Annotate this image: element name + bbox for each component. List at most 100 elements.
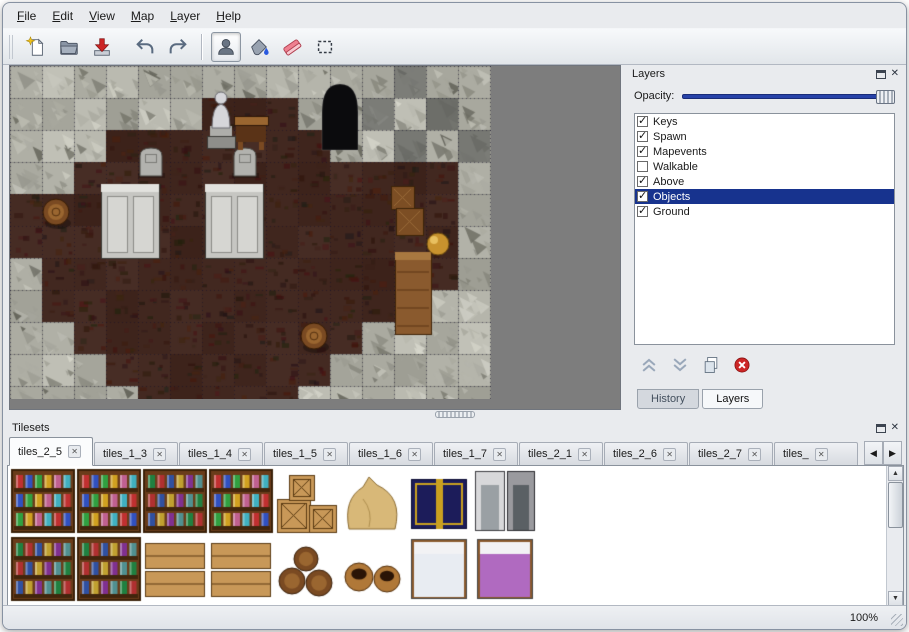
menu-file[interactable]: File xyxy=(9,6,44,26)
toolbar xyxy=(3,28,906,65)
save-button[interactable] xyxy=(87,32,117,62)
tilesets-panel-title: Tilesets xyxy=(12,422,50,434)
scrollbar-thumb[interactable] xyxy=(888,482,903,528)
opacity-slider[interactable] xyxy=(682,94,895,99)
float-panel-icon[interactable] xyxy=(876,424,886,433)
close-tab-icon[interactable]: ✕ xyxy=(68,445,81,458)
lower-layer-button[interactable] xyxy=(668,353,692,377)
layer-row[interactable]: Walkable xyxy=(635,159,894,174)
tileset-tab[interactable]: tiles_1_6 ✕ xyxy=(349,442,433,466)
tileset-tab[interactable]: tiles_1_7 ✕ xyxy=(434,442,518,466)
layer-name: Mapevents xyxy=(653,146,707,158)
tileset-canvas[interactable] xyxy=(9,467,545,607)
tileset-tab-label: tiles_2_6 xyxy=(613,448,657,460)
open-button[interactable] xyxy=(54,32,84,62)
eraser-tool-icon xyxy=(281,36,303,58)
menu-bar: File Edit View Map Layer Help xyxy=(3,3,906,28)
toolbar-drag-handle[interactable] xyxy=(9,35,15,59)
close-panel-icon[interactable]: ✕ xyxy=(891,69,899,79)
close-tab-icon[interactable]: ✕ xyxy=(663,448,676,461)
raise-layer-button[interactable] xyxy=(637,353,661,377)
tileset-tab[interactable]: tiles_1_4 ✕ xyxy=(179,442,263,466)
tileset-tab[interactable]: tiles_1_5 ✕ xyxy=(264,442,348,466)
tileset-viewport[interactable]: ▲ ▼ xyxy=(7,465,904,607)
selection-tool-button[interactable] xyxy=(310,32,340,62)
scroll-tabs-right-button[interactable]: ▶ xyxy=(883,441,902,465)
menu-map[interactable]: Map xyxy=(123,6,162,26)
tileset-tabs: tiles_2_5 ✕ tiles_1_3 ✕ tiles_1_4 ✕ tile… xyxy=(9,437,860,466)
layer-row[interactable]: Objects xyxy=(635,189,894,204)
menu-edit[interactable]: Edit xyxy=(44,6,81,26)
horizontal-splitter[interactable] xyxy=(3,410,906,419)
close-panel-icon[interactable]: ✕ xyxy=(891,423,899,433)
layer-visibility-checkbox[interactable] xyxy=(637,176,648,187)
tileset-tab[interactable]: tiles_ ✕ xyxy=(774,442,858,466)
close-tab-icon[interactable]: ✕ xyxy=(748,448,761,461)
menu-layer[interactable]: Layer xyxy=(162,6,208,26)
splitter-grip[interactable] xyxy=(435,411,475,418)
tileset-tab[interactable]: tiles_2_7 ✕ xyxy=(689,442,773,466)
tab-layers[interactable]: Layers xyxy=(702,389,763,409)
undo-button[interactable] xyxy=(130,32,160,62)
duplicate-layer-button[interactable] xyxy=(699,353,723,377)
layer-row[interactable]: Keys xyxy=(635,114,894,129)
stamp-tool-button[interactable] xyxy=(211,32,241,62)
close-tab-icon[interactable]: ✕ xyxy=(238,448,251,461)
new-button[interactable] xyxy=(21,32,51,62)
opacity-slider-handle[interactable] xyxy=(876,90,895,104)
tileset-tab[interactable]: tiles_1_3 ✕ xyxy=(94,442,178,466)
menu-view[interactable]: View xyxy=(81,6,123,26)
layer-row[interactable]: Ground xyxy=(635,204,894,219)
layer-name: Walkable xyxy=(653,161,698,173)
scroll-tabs-left-button[interactable]: ◀ xyxy=(864,441,883,465)
layer-visibility-checkbox[interactable] xyxy=(637,146,648,157)
lower-layer-icon xyxy=(670,355,690,375)
tileset-tab[interactable]: tiles_2_6 ✕ xyxy=(604,442,688,466)
tab-history[interactable]: History xyxy=(637,389,699,409)
layer-visibility-checkbox[interactable] xyxy=(637,206,648,217)
tileset-tab-label: tiles_1_5 xyxy=(273,448,317,460)
fill-tool-icon xyxy=(248,36,270,58)
new-file-icon xyxy=(25,36,47,58)
status-bar: 100% xyxy=(3,605,906,629)
redo-button[interactable] xyxy=(163,32,193,62)
undo-icon xyxy=(134,36,156,58)
delete-layer-icon xyxy=(732,355,752,375)
map-canvas[interactable] xyxy=(10,66,491,399)
layer-row[interactable]: Above xyxy=(635,174,894,189)
selection-tool-icon xyxy=(314,36,336,58)
close-tab-icon[interactable]: ✕ xyxy=(408,448,421,461)
zoom-level: 100% xyxy=(850,612,878,624)
tileset-tab[interactable]: tiles_2_1 ✕ xyxy=(519,442,603,466)
close-tab-icon[interactable]: ✕ xyxy=(578,448,591,461)
layer-row[interactable]: Mapevents xyxy=(635,144,894,159)
layer-list: Keys Spawn Mapevents Walkable Above Obje… xyxy=(634,113,895,345)
tileset-tab-label: tiles_2_5 xyxy=(18,446,62,458)
layers-panel-header: Layers ✕ xyxy=(627,65,904,83)
layer-visibility-checkbox[interactable] xyxy=(637,161,648,172)
layer-visibility-checkbox[interactable] xyxy=(637,131,648,142)
resize-grip[interactable] xyxy=(891,614,903,626)
float-panel-icon[interactable] xyxy=(876,70,886,79)
layer-visibility-checkbox[interactable] xyxy=(637,191,648,202)
open-folder-icon xyxy=(58,36,80,58)
tileset-tab-label: tiles_1_3 xyxy=(103,448,147,460)
close-tab-icon[interactable]: ✕ xyxy=(323,448,336,461)
duplicate-layer-icon xyxy=(701,355,721,375)
tileset-scrollbar[interactable]: ▲ ▼ xyxy=(886,466,903,606)
close-tab-icon[interactable]: ✕ xyxy=(153,448,166,461)
tileset-tab[interactable]: tiles_2_5 ✕ xyxy=(9,437,93,466)
layer-visibility-checkbox[interactable] xyxy=(637,116,648,127)
tileset-tab-bar: tiles_2_5 ✕ tiles_1_3 ✕ tiles_1_4 ✕ tile… xyxy=(7,437,904,466)
scroll-down-icon[interactable]: ▼ xyxy=(888,591,903,606)
fill-tool-button[interactable] xyxy=(244,32,274,62)
close-tab-icon[interactable]: ✕ xyxy=(815,448,828,461)
layer-row[interactable]: Spawn xyxy=(635,129,894,144)
map-viewport[interactable] xyxy=(9,65,621,410)
eraser-tool-button[interactable] xyxy=(277,32,307,62)
close-tab-icon[interactable]: ✕ xyxy=(493,448,506,461)
layers-panel: Layers ✕ Opacity: Keys Spawn Mapev xyxy=(627,65,904,410)
menu-help[interactable]: Help xyxy=(208,6,249,26)
delete-layer-button[interactable] xyxy=(730,353,754,377)
scroll-up-icon[interactable]: ▲ xyxy=(888,466,903,481)
